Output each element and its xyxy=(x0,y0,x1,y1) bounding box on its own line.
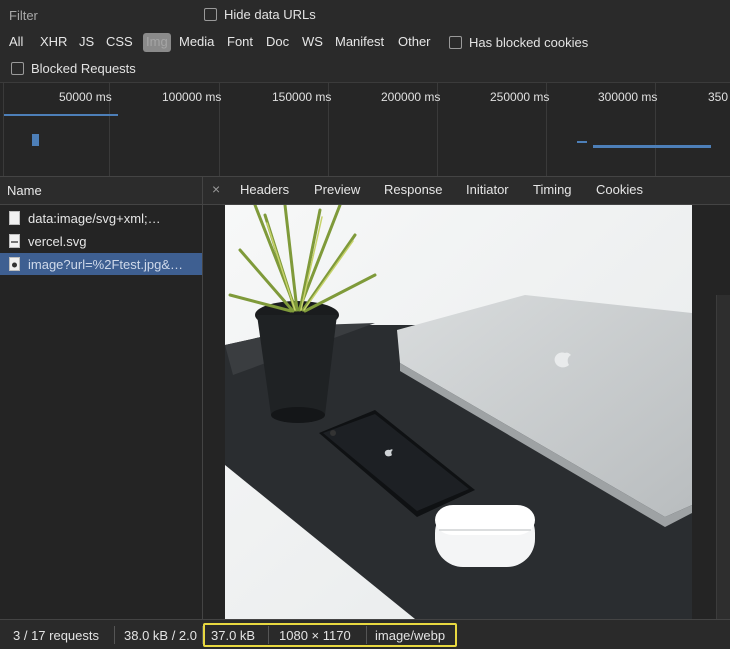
has-blocked-cookies-label: Has blocked cookies xyxy=(469,35,589,50)
request-name: vercel.svg xyxy=(28,233,87,249)
request-count: 3 / 17 requests xyxy=(13,628,99,643)
type-ws[interactable]: WS xyxy=(302,33,323,51)
timeline-bar xyxy=(4,114,118,116)
tab-preview[interactable]: Preview xyxy=(314,182,360,197)
scrollbar[interactable] xyxy=(716,295,730,619)
network-toolbar: Filter Hide data URLs All XHR JS CSS Img… xyxy=(0,0,730,82)
preview-image xyxy=(225,205,692,619)
type-css[interactable]: CSS xyxy=(106,33,133,51)
blocked-requests-label: Blocked Requests xyxy=(31,61,136,76)
timeline-tick: 150000 ms xyxy=(272,90,332,104)
tab-initiator[interactable]: Initiator xyxy=(466,182,509,197)
image-preview-area xyxy=(203,205,730,619)
request-name: image?url=%2Ftest.jpg&… xyxy=(28,256,183,272)
list-item[interactable]: data:image/svg+xml;… xyxy=(0,207,202,229)
request-detail-panel: × Headers Preview Response Initiator Tim… xyxy=(203,177,730,619)
status-bar: 3 / 17 requests 38.0 kB / 2.0 37.0 kB 10… xyxy=(0,619,730,649)
blocked-requests-checkbox[interactable]: Blocked Requests xyxy=(11,61,136,76)
type-other[interactable]: Other xyxy=(398,33,431,51)
type-js[interactable]: JS xyxy=(79,33,94,51)
type-img[interactable]: Img xyxy=(143,33,171,52)
highlight-box xyxy=(203,623,457,647)
filter-input[interactable]: Filter xyxy=(9,8,38,23)
timeline-bar xyxy=(32,134,39,146)
timeline-tick: 350 xyxy=(708,90,729,104)
file-icon xyxy=(9,211,20,225)
type-media[interactable]: Media xyxy=(179,33,214,51)
timeline-overview[interactable]: 50000 ms 100000 ms 150000 ms 200000 ms 2… xyxy=(0,82,730,176)
timeline-tick: 50000 ms xyxy=(59,90,112,104)
timeline-tick: 100000 ms xyxy=(162,90,222,104)
image-file-icon xyxy=(9,257,20,271)
list-item[interactable]: image?url=%2Ftest.jpg&… xyxy=(0,253,202,275)
request-name: data:image/svg+xml;… xyxy=(28,210,161,226)
request-list: Name data:image/svg+xml;… vercel.svg ima… xyxy=(0,177,203,619)
hide-data-urls-checkbox[interactable]: Hide data URLs xyxy=(204,7,316,22)
tab-cookies[interactable]: Cookies xyxy=(596,182,643,197)
list-item[interactable]: vercel.svg xyxy=(0,230,202,252)
timeline-tick: 250000 ms xyxy=(490,90,550,104)
timeline-tick: 200000 ms xyxy=(381,90,441,104)
timeline-tick: 300000 ms xyxy=(598,90,658,104)
tab-response[interactable]: Response xyxy=(384,182,443,197)
checkbox-box[interactable] xyxy=(11,62,24,75)
grid-line xyxy=(3,83,4,176)
timeline-bar xyxy=(593,145,711,148)
svg-file-icon xyxy=(9,234,20,248)
type-xhr[interactable]: XHR xyxy=(40,33,67,51)
status-separator xyxy=(114,626,115,644)
tab-timing[interactable]: Timing xyxy=(533,182,572,197)
timeline-bar xyxy=(577,141,587,143)
checkbox-box[interactable] xyxy=(449,36,462,49)
type-all[interactable]: All xyxy=(9,33,23,51)
transferred-size: 38.0 kB / 2.0 xyxy=(124,628,197,643)
hide-data-urls-label: Hide data URLs xyxy=(224,7,316,22)
detail-tabs: × Headers Preview Response Initiator Tim… xyxy=(203,177,730,205)
name-column-header[interactable]: Name xyxy=(0,177,202,205)
type-font[interactable]: Font xyxy=(227,33,253,51)
checkbox-box[interactable] xyxy=(204,8,217,21)
type-manifest[interactable]: Manifest xyxy=(335,33,384,51)
tab-headers[interactable]: Headers xyxy=(240,182,289,197)
type-doc[interactable]: Doc xyxy=(266,33,289,51)
has-blocked-cookies-checkbox[interactable]: Has blocked cookies xyxy=(449,35,588,50)
close-icon[interactable]: × xyxy=(212,181,220,197)
